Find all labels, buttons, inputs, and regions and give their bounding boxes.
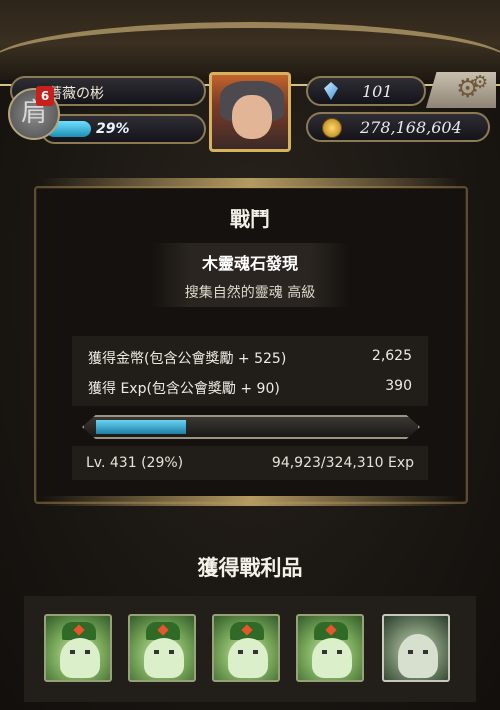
panel-top-ornament — [40, 178, 460, 188]
loot-item-4[interactable] — [296, 614, 364, 682]
level-progress-fill — [96, 420, 186, 434]
loot-item-2[interactable] — [128, 614, 196, 682]
loot-item-3[interactable] — [212, 614, 280, 682]
ghost — [228, 638, 268, 678]
eyes — [322, 650, 342, 654]
loot-title: 獲得戰利品 — [197, 556, 303, 580]
battle-title: 戰鬥 — [230, 207, 270, 231]
player-portrait-avatar[interactable] — [209, 72, 291, 152]
loot-item-1[interactable] — [44, 614, 112, 682]
diamond-icon — [324, 82, 338, 100]
level-text: Lv. 431 (29%) — [86, 455, 184, 471]
exp-reward-value: 390 — [385, 378, 412, 394]
notification-badge: 6 — [36, 86, 54, 106]
exp-reward-label: 獲得 Exp(包含公會獎勵 + 90) — [88, 381, 280, 397]
portrait-face — [232, 95, 272, 139]
gear-small-icon: ⚙ — [472, 72, 489, 93]
gem-counter[interactable]: 101 — [306, 76, 426, 106]
eyes — [70, 650, 90, 654]
coin-count: 278,168,604 — [360, 118, 462, 137]
player-exp-bar: 29% — [40, 114, 206, 144]
eyes — [238, 650, 258, 654]
exp-total-text: 94,923/324,310 Exp — [271, 455, 414, 471]
ghost — [144, 638, 184, 678]
quest-name: 木靈魂石發現 — [201, 254, 298, 273]
ghost — [312, 638, 352, 678]
eyes — [408, 650, 428, 654]
eyes — [154, 650, 174, 654]
coin-icon — [322, 118, 342, 138]
coin-reward-value: 2,625 — [371, 348, 412, 364]
ghost — [60, 638, 100, 678]
panel-bottom-ornament — [40, 496, 460, 506]
loot-item-5[interactable] — [382, 614, 450, 682]
quest-subtitle: 搜集自然的靈魂 高級 — [184, 285, 316, 301]
coin-counter[interactable]: 278,168,604 — [306, 112, 490, 142]
player-exp-percent: 29% — [96, 121, 130, 137]
level-progress-bar — [82, 415, 420, 439]
ghost — [398, 634, 438, 678]
settings-button[interactable]: ⚙ ⚙ — [426, 72, 496, 108]
gem-count: 101 — [362, 82, 393, 101]
coin-reward-label: 獲得金幣(包含公會獎勵 + 525) — [88, 351, 287, 367]
